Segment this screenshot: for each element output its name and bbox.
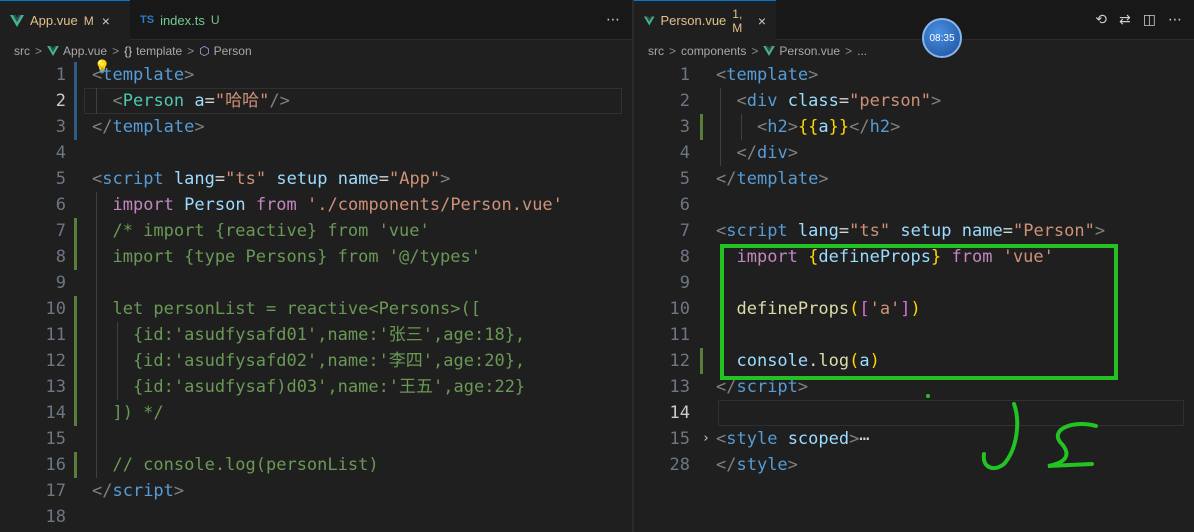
handwritten-annotation: [926, 394, 1098, 471]
